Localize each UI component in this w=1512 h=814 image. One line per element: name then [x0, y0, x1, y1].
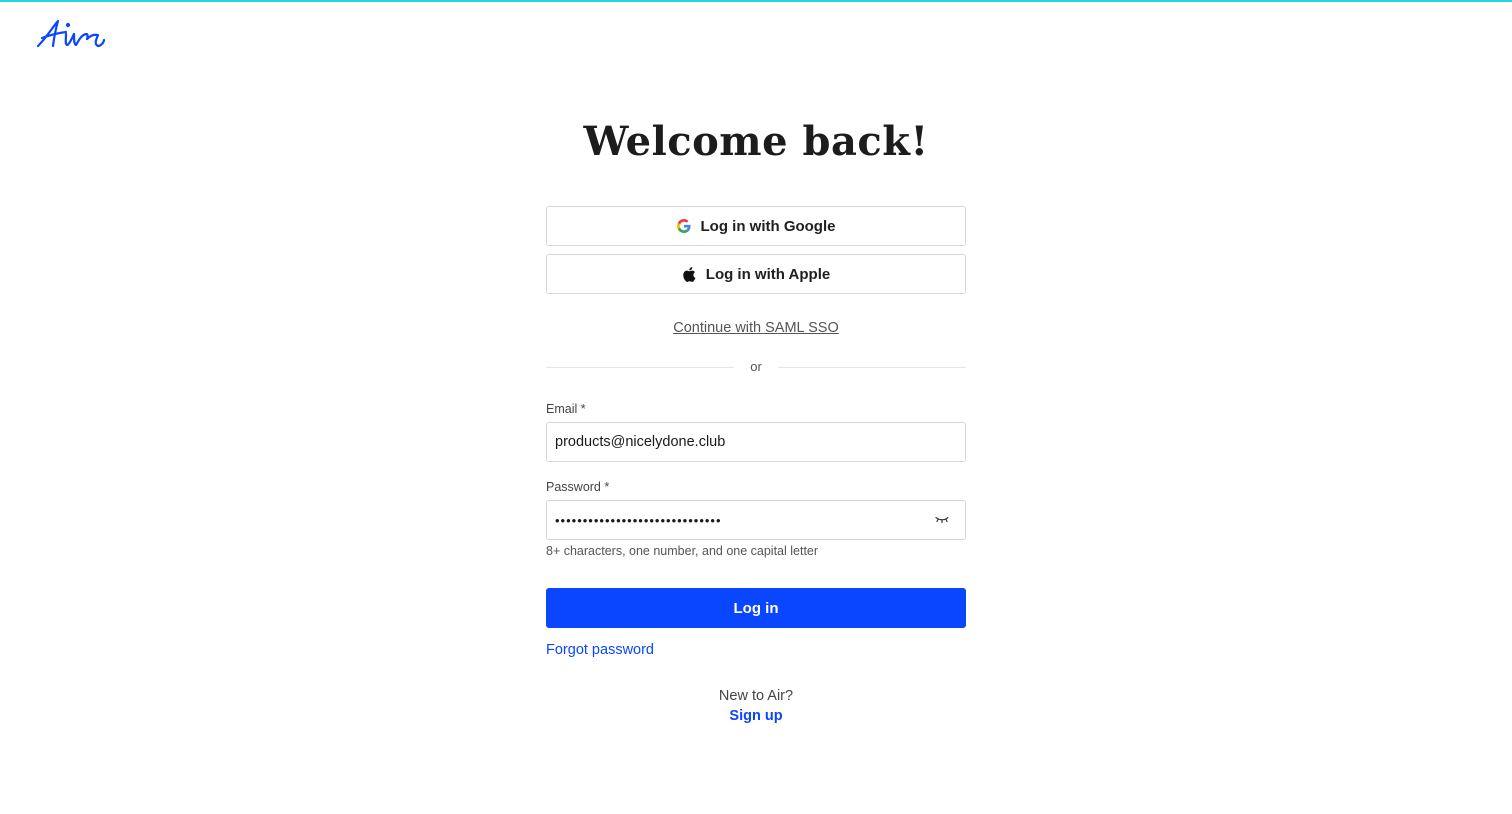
top-accent-bar	[0, 0, 1512, 2]
apple-icon	[682, 266, 696, 282]
google-icon	[676, 219, 691, 233]
page-title: Welcome back!	[583, 118, 929, 165]
eye-closed-icon[interactable]	[932, 510, 952, 530]
password-label: Password *	[546, 480, 610, 494]
password-field[interactable]	[546, 500, 966, 540]
divider-line-left	[546, 367, 734, 368]
divider-text: or	[750, 359, 762, 374]
saml-sso-link[interactable]: Continue with SAML SSO	[546, 318, 966, 338]
divider-line-right	[778, 367, 966, 368]
forgot-password-link[interactable]: Forgot password	[546, 640, 654, 660]
apple-login-button[interactable]: Log in with Apple	[546, 254, 966, 294]
new-user-prompt: New to Air?	[718, 688, 794, 704]
google-login-label: Log in with Google	[700, 217, 836, 235]
sign-up-link[interactable]: Sign up	[706, 706, 806, 726]
password-hint: 8+ characters, one number, and one capit…	[546, 544, 819, 558]
email-label: Email *	[546, 402, 586, 416]
email-field[interactable]	[546, 422, 966, 462]
login-button[interactable]: Log in	[546, 588, 966, 628]
or-divider: or	[546, 358, 966, 376]
apple-login-label: Log in with Apple	[705, 265, 831, 283]
google-login-button[interactable]: Log in with Google	[546, 206, 966, 246]
air-logo-icon[interactable]	[36, 18, 106, 50]
